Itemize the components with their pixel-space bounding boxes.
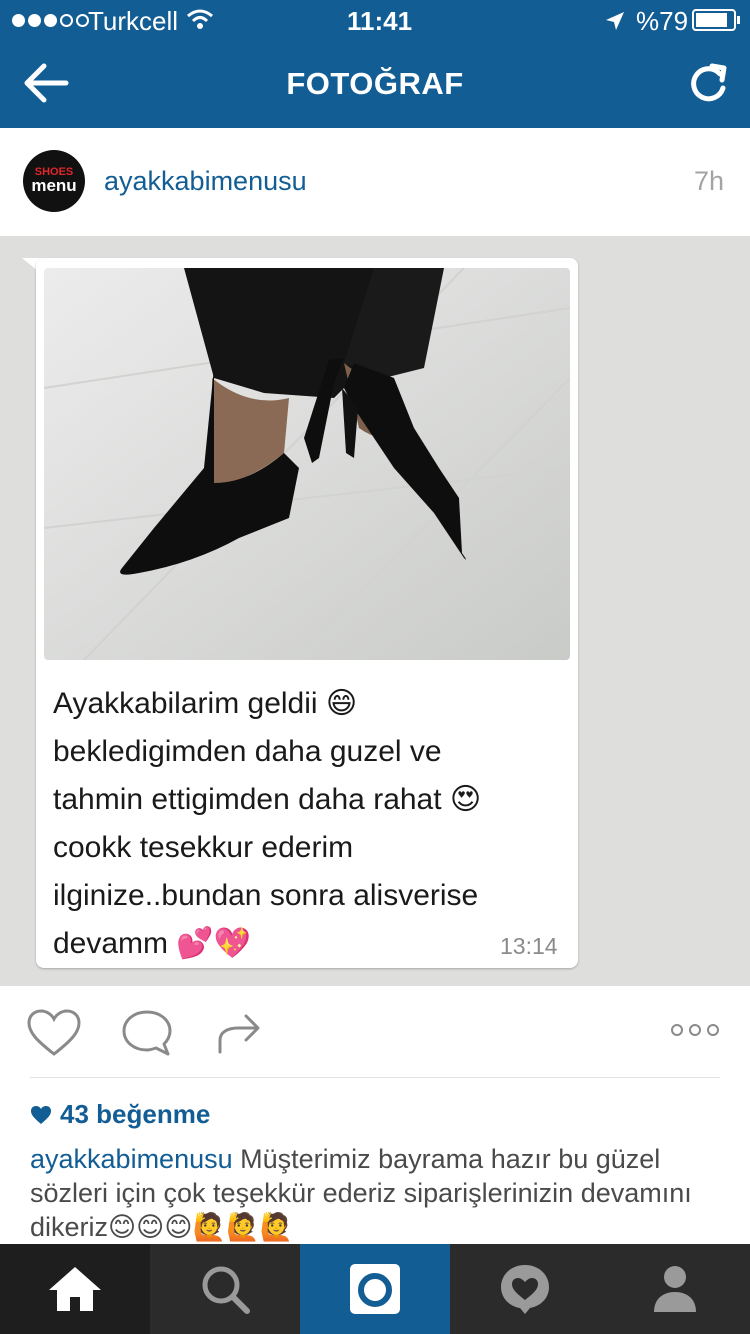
status-bar: Turkcell 11:41 %79 — [0, 0, 750, 40]
wifi-icon — [187, 9, 213, 29]
avatar-logo-line2: menu — [31, 176, 77, 195]
signal-strength-icon — [12, 14, 89, 27]
post-actions — [0, 986, 750, 1078]
likes-label: 43 beğenme — [60, 1099, 211, 1129]
likes-count[interactable]: 43 beğenme — [30, 1099, 210, 1130]
location-icon — [606, 12, 624, 30]
home-icon — [49, 1267, 101, 1311]
tab-camera[interactable] — [300, 1244, 450, 1334]
top-nav-bar: FOTOĞRAF — [0, 40, 750, 128]
avatar[interactable]: SHOES menu — [23, 150, 85, 212]
chat-message-time: 13:14 — [500, 933, 558, 959]
camera-icon — [350, 1264, 400, 1314]
more-icon[interactable] — [670, 1022, 720, 1038]
small-heart-icon — [31, 1105, 51, 1124]
chat-message-text: Ayakkabilarim geldii 😄 bekledigimden dah… — [53, 687, 482, 960]
post-header: SHOES menu ayakkabimenusu 7h — [0, 128, 750, 236]
heart-icon[interactable] — [26, 1008, 82, 1058]
activity-icon — [501, 1265, 549, 1314]
comment-icon[interactable] — [120, 1008, 174, 1058]
shoes-photo — [44, 268, 570, 660]
post-caption: ayakkabimenusu Müşterimiz bayrama hazır … — [30, 1142, 720, 1244]
share-icon[interactable] — [216, 1010, 264, 1056]
divider — [30, 1077, 720, 1078]
page-title: FOTOĞRAF — [286, 66, 464, 101]
tab-profile[interactable] — [600, 1244, 750, 1334]
battery-icon — [692, 9, 740, 31]
profile-icon — [654, 1266, 696, 1312]
post-username[interactable]: ayakkabimenusu — [104, 166, 307, 197]
post-age: 7h — [693, 166, 724, 196]
search-icon — [202, 1266, 250, 1314]
carrier-name: Turkcell — [88, 6, 179, 36]
tab-activity[interactable] — [450, 1244, 600, 1334]
bottom-tab-bar — [0, 1244, 750, 1334]
tab-home[interactable] — [0, 1244, 150, 1334]
refresh-icon[interactable] — [688, 62, 728, 106]
clock: 11:41 — [347, 6, 413, 36]
caption-username[interactable]: ayakkabimenusu — [30, 1144, 233, 1174]
tab-search[interactable] — [150, 1244, 300, 1334]
battery-percent: %79 — [636, 6, 689, 36]
